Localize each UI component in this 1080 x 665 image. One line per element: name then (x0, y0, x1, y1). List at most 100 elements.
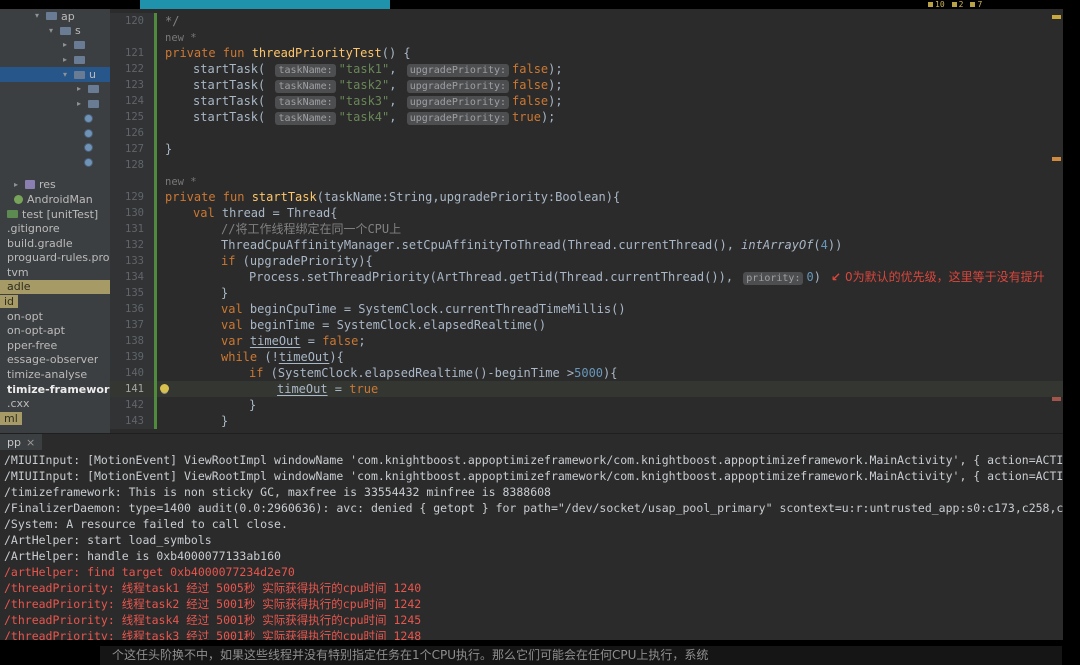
code-line-137[interactable]: 137val beginTime = SystemClock.elapsedRe… (110, 317, 1063, 333)
inspection-badge[interactable]: 10 (928, 0, 945, 9)
tree-item[interactable]: build.gradle (0, 236, 110, 251)
tree-item[interactable]: on-opt (0, 309, 110, 324)
vcs-change-bar (154, 13, 157, 29)
inspection-badge[interactable]: 2 (952, 0, 964, 9)
console-line[interactable]: /MIUIInput: [MotionEvent] ViewRootImpl w… (4, 452, 1063, 468)
code-line-143[interactable]: 143} (110, 413, 1063, 429)
stripe-mark[interactable] (1052, 15, 1061, 19)
code-line-134[interactable]: 134Process.setThreadPriority(ArtThread.g… (110, 269, 1063, 285)
project-tree-panel[interactable]: ▾ap▾s▸▸▾u▸▸▸resAndroidMantest [unitTest]… (0, 9, 111, 433)
tree-item[interactable]: timize-analyse (0, 367, 110, 382)
tree-item[interactable]: on-opt-apt (0, 323, 110, 338)
tree-item[interactable]: AndroidMan (0, 192, 110, 207)
code-line-139[interactable]: 139while (!timeOut){ (110, 349, 1063, 365)
code-vision-hint[interactable]: new * (110, 29, 1063, 45)
tree-item[interactable]: ▾u (0, 67, 110, 82)
console-line[interactable]: /FinalizerDaemon: type=1400 audit(0.0:29… (4, 500, 1063, 516)
tree-item[interactable]: ▸ (0, 82, 110, 97)
chevron-right-icon[interactable]: ▸ (63, 38, 72, 52)
tree-item[interactable]: proguard-rules.pro (0, 251, 110, 266)
tree-item-label: id (0, 295, 18, 308)
tree-item[interactable]: ▸ (0, 38, 110, 53)
console-line[interactable]: /MIUIInput: [MotionEvent] ViewRootImpl w… (4, 468, 1063, 484)
tree-item[interactable]: pper-free (0, 338, 110, 353)
code-segment: timeOut (250, 334, 301, 348)
console-line[interactable]: /threadPriority: 线程task3 经过 5001秒 实际获得执行… (4, 628, 1063, 640)
code-line-142[interactable]: 142} (110, 397, 1063, 413)
chevron-right-icon[interactable]: ▸ (14, 178, 23, 192)
code-line-133[interactable]: 133if (upgradePriority){ (110, 253, 1063, 269)
chevron-down-icon[interactable]: ▾ (35, 9, 44, 23)
tree-item[interactable]: .gitignore (0, 221, 110, 236)
code-line-120[interactable]: 120*/ (110, 13, 1063, 29)
line-number: 130 (110, 205, 154, 221)
tree-item[interactable]: timize-framework (0, 382, 110, 397)
inspections-widget[interactable]: 10 27 (928, 0, 982, 9)
code-line-125[interactable]: 125startTask( taskName:"task4", upgradeP… (110, 109, 1063, 125)
close-icon[interactable]: × (26, 436, 35, 449)
code-editor[interactable]: 120*/new *121private fun threadPriorityT… (110, 9, 1063, 433)
tree-item[interactable]: ml (0, 411, 110, 426)
code-line-127[interactable]: 127} (110, 141, 1063, 157)
intention-bulb-icon[interactable] (160, 384, 169, 393)
tree-item[interactable]: .cxx (0, 396, 110, 411)
console-line[interactable]: /timizeframework: This is non sticky GC,… (4, 484, 1063, 500)
tree-item[interactable]: test [unitTest] (0, 207, 110, 222)
code-line-123[interactable]: 123startTask( taskName:"task2", upgradeP… (110, 77, 1063, 93)
tree-item[interactable]: id (0, 294, 110, 309)
console-output[interactable]: /MIUIInput: [MotionEvent] ViewRootImpl w… (0, 450, 1063, 640)
console-line[interactable]: /artHelper: find target 0xb4000077234d2e… (4, 564, 1063, 580)
tree-item[interactable]: ▾ap (0, 9, 110, 24)
code-line-126[interactable]: 126 (110, 125, 1063, 141)
folder-icon (88, 100, 99, 108)
code-line-121[interactable]: 121private fun threadPriorityTest() { (110, 45, 1063, 61)
tree-item[interactable] (0, 126, 110, 141)
tree-item[interactable]: adle (0, 280, 110, 295)
code-line-135[interactable]: 135} (110, 285, 1063, 301)
console-line[interactable]: /threadPriority: 线程task4 经过 5001秒 实际获得执行… (4, 612, 1063, 628)
chevron-down-icon[interactable]: ▾ (49, 24, 58, 38)
code-line-131[interactable]: 131//将工作线程绑定在同一个CPU上 (110, 221, 1063, 237)
inspection-badge[interactable]: 7 (970, 0, 982, 9)
stripe-mark[interactable] (1052, 397, 1061, 401)
editor-lines[interactable]: 120*/new *121private fun threadPriorityT… (110, 9, 1063, 429)
tree-item[interactable]: essage-observer (0, 353, 110, 368)
code-segment: ){ (329, 350, 343, 364)
code-line-129[interactable]: 129private fun startTask(taskName:String… (110, 189, 1063, 205)
tree-item-label: u (89, 68, 96, 81)
code-line-132[interactable]: 132ThreadCpuAffinityManager.setCpuAffini… (110, 237, 1063, 253)
console-line[interactable]: /threadPriority: 线程task2 经过 5001秒 实际获得执行… (4, 596, 1063, 612)
console-line[interactable]: /threadPriority: 线程task1 经过 5005秒 实际获得执行… (4, 580, 1063, 596)
editor-error-stripe[interactable] (1050, 9, 1063, 433)
tree-item[interactable]: ▸ (0, 53, 110, 68)
code-segment: intArrayOf (741, 238, 813, 252)
tree-item[interactable]: ▸res (0, 178, 110, 193)
tree-item[interactable]: tvm (0, 265, 110, 280)
tree-item[interactable] (0, 155, 110, 170)
tree-item[interactable]: ▾s (0, 24, 110, 39)
code-line-122[interactable]: 122startTask( taskName:"task1", upgradeP… (110, 61, 1063, 77)
line-number: 142 (110, 397, 154, 413)
code-line-124[interactable]: 124startTask( taskName:"task3", upgradeP… (110, 93, 1063, 109)
code-line-128[interactable]: 128 (110, 157, 1063, 173)
console-line[interactable]: /ArtHelper: handle is 0xb4000077133ab160 (4, 548, 1063, 564)
console-line[interactable]: /ArtHelper: start load_symbols (4, 532, 1063, 548)
code-line-136[interactable]: 136val beginCpuTime = SystemClock.curren… (110, 301, 1063, 317)
stripe-mark[interactable] (1052, 157, 1061, 161)
console-tab-app[interactable]: pp × (0, 434, 42, 450)
code-vision-hint[interactable]: new * (110, 173, 1063, 189)
code-line-140[interactable]: 140if (SystemClock.elapsedRealtime()-beg… (110, 365, 1063, 381)
code-segment: timeOut (277, 382, 328, 396)
tree-item[interactable] (0, 140, 110, 155)
chevron-right-icon[interactable]: ▸ (63, 53, 72, 67)
chevron-right-icon[interactable]: ▸ (77, 82, 86, 96)
tree-item[interactable]: ▸ (0, 97, 110, 112)
code-line-141[interactable]: 141timeOut = true (110, 381, 1063, 397)
console-line[interactable]: /System: A resource failed to call close… (4, 516, 1063, 532)
chevron-right-icon[interactable]: ▸ (77, 97, 86, 111)
chevron-down-icon[interactable]: ▾ (63, 68, 72, 82)
tree-item[interactable] (0, 111, 110, 126)
tree-item-label: on-opt (7, 310, 43, 323)
code-line-130[interactable]: 130val thread = Thread{ (110, 205, 1063, 221)
code-line-138[interactable]: 138var timeOut = false; (110, 333, 1063, 349)
